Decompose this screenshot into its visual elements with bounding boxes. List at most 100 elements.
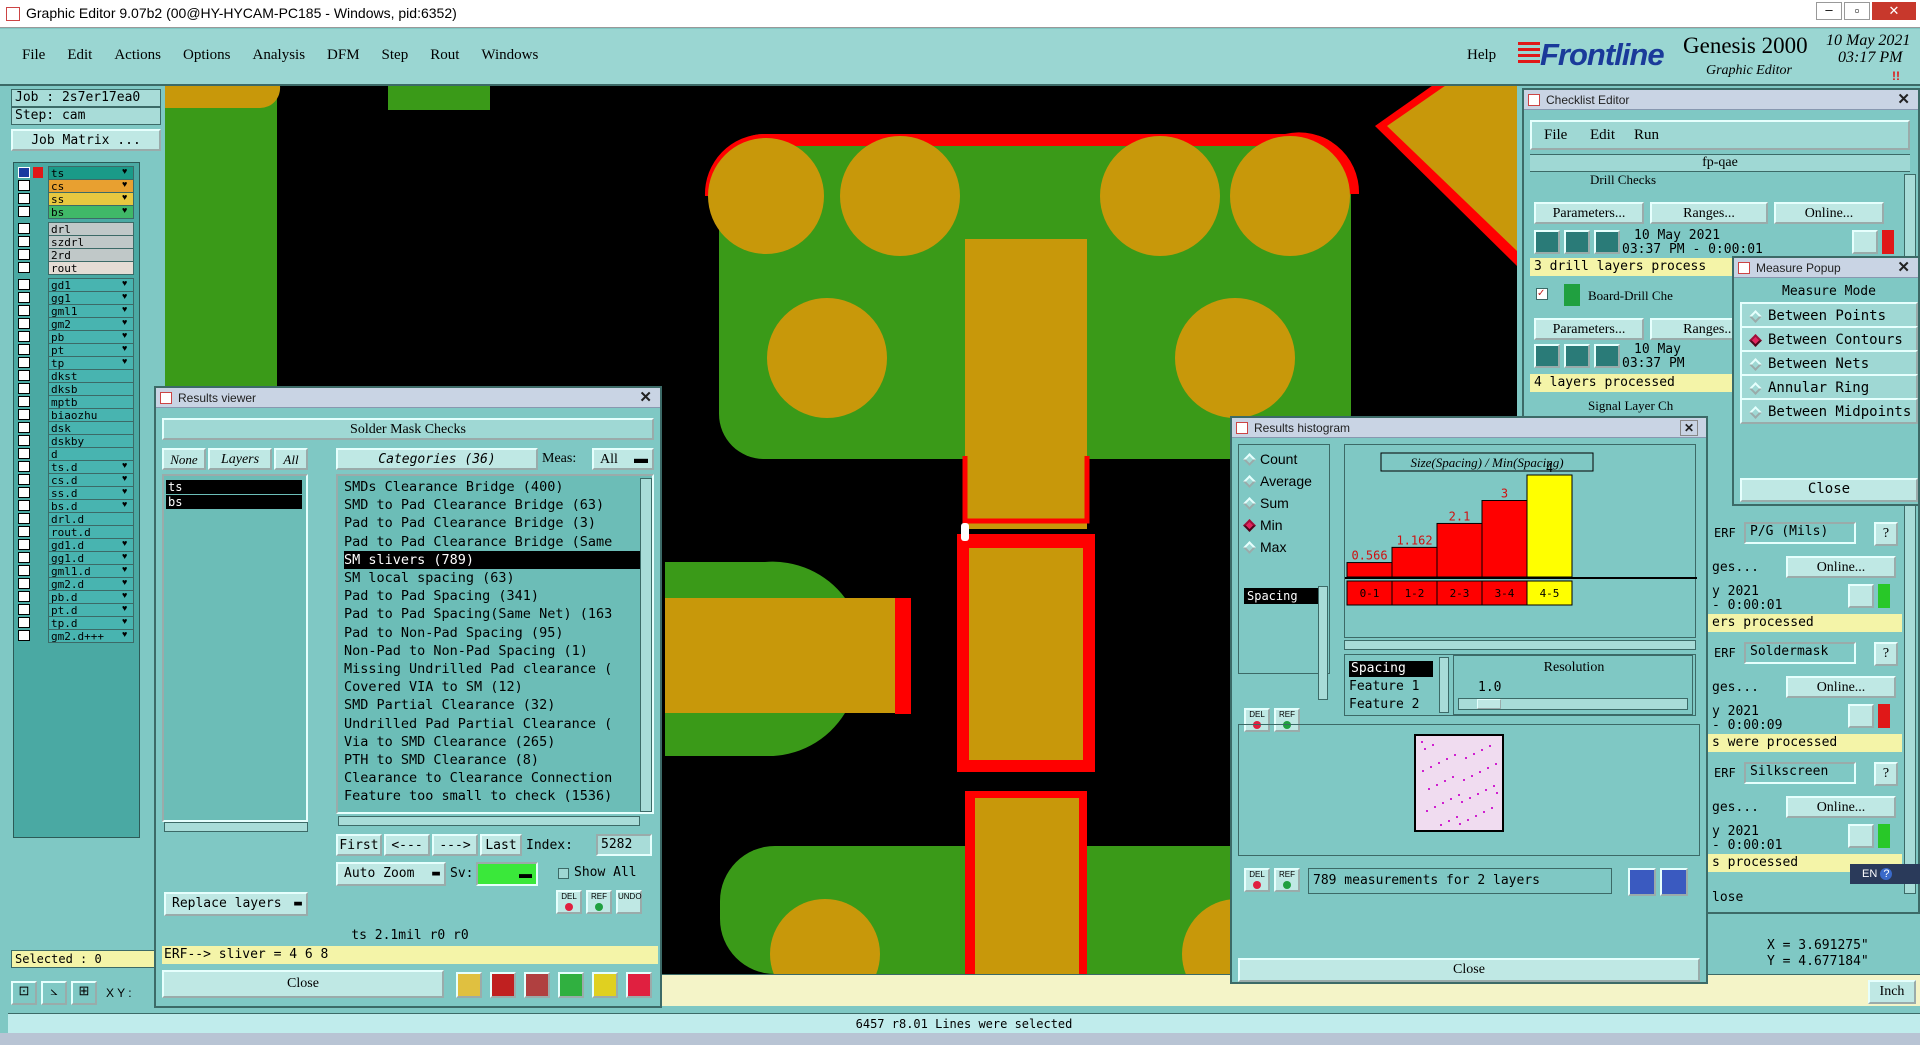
- tool-icon-3[interactable]: [524, 972, 550, 998]
- layer-checkbox[interactable]: [18, 422, 30, 433]
- layer-checkbox[interactable]: [18, 526, 30, 537]
- online-button-4[interactable]: Online...: [1786, 676, 1896, 698]
- histogram-close-icon[interactable]: ✕: [1679, 420, 1698, 436]
- show-all-checkbox[interactable]: [558, 868, 569, 879]
- category-item[interactable]: Pad to Pad Clearance Bridge (Same: [344, 533, 642, 551]
- run-icon-1c[interactable]: [1594, 230, 1620, 254]
- layer-checkbox[interactable]: [18, 487, 30, 498]
- category-item[interactable]: Clearance to Clearance Connection: [344, 769, 642, 787]
- run-icon-1b[interactable]: [1564, 230, 1590, 254]
- checklist-menu-file[interactable]: File: [1544, 127, 1567, 144]
- layer-checkbox[interactable]: [18, 357, 30, 368]
- layer-checkbox[interactable]: [18, 552, 30, 563]
- category-item[interactable]: SM slivers (789): [344, 550, 642, 569]
- layer-checkbox[interactable]: [18, 539, 30, 550]
- replace-layers-selector[interactable]: Replace layers ▬: [164, 892, 308, 916]
- tool-icon-2[interactable]: [490, 972, 516, 998]
- ranges-button-1[interactable]: Ranges...: [1650, 202, 1768, 224]
- ranges-partial-4[interactable]: ges...: [1712, 680, 1759, 695]
- layer-checkbox[interactable]: [18, 249, 30, 260]
- export-icon-1[interactable]: [1628, 868, 1656, 896]
- close-window-button[interactable]: ✕: [1872, 2, 1916, 20]
- hist-mode-sum[interactable]: Sum: [1243, 495, 1289, 511]
- layer-hscrollbar[interactable]: [164, 822, 308, 832]
- erf-silkscreen-field[interactable]: Silkscreen: [1744, 762, 1856, 784]
- check-checkbox-2[interactable]: ✓: [1536, 288, 1548, 300]
- units-selector[interactable]: Inch: [1868, 980, 1916, 1004]
- meas-selector[interactable]: All ▬: [592, 448, 654, 470]
- resolution-slider[interactable]: [1458, 698, 1688, 710]
- zoom-icon-5[interactable]: [1848, 824, 1874, 848]
- checklist-close-partial[interactable]: lose: [1712, 890, 1743, 905]
- attr-item-spacing[interactable]: Spacing: [1349, 661, 1433, 677]
- category-scrollbar[interactable]: [640, 478, 652, 812]
- erf-soldermask-field[interactable]: Soldermask: [1744, 642, 1856, 664]
- category-item[interactable]: SMD Partial Clearance (32): [344, 696, 642, 714]
- layer-checkbox[interactable]: [18, 578, 30, 589]
- layer-checkbox[interactable]: [18, 279, 30, 290]
- measure-option-between-points[interactable]: Between Points: [1740, 302, 1918, 328]
- menu-step[interactable]: Step: [382, 47, 409, 63]
- layer-checkbox[interactable]: [18, 591, 30, 602]
- category-item[interactable]: SM local spacing (63): [344, 569, 642, 587]
- layer-checkbox[interactable]: [18, 305, 30, 316]
- checklist-menu-run[interactable]: Run: [1634, 127, 1659, 144]
- auto-zoom-selector[interactable]: Auto Zoom ▬: [336, 862, 446, 886]
- layer-checkbox[interactable]: [18, 617, 30, 628]
- attr-item-feature-1[interactable]: Feature 1: [1349, 679, 1419, 694]
- ranges-partial-5[interactable]: ges...: [1712, 800, 1759, 815]
- layer-checkbox[interactable]: [18, 565, 30, 576]
- layer-checkbox[interactable]: [18, 262, 30, 273]
- last-button[interactable]: Last: [480, 834, 522, 856]
- histogram-close-button[interactable]: Close: [1238, 958, 1700, 982]
- layer-checkbox[interactable]: [18, 370, 30, 381]
- maximize-button[interactable]: ▫: [1844, 2, 1870, 20]
- help-button-4[interactable]: ?: [1874, 642, 1898, 666]
- attr-item-feature-2[interactable]: Feature 2: [1349, 697, 1419, 712]
- run-icon-2b[interactable]: [1564, 344, 1590, 368]
- category-item[interactable]: Feature too small to check (1536): [344, 787, 642, 805]
- layer-checkbox[interactable]: [18, 193, 30, 204]
- erf-pg-field[interactable]: P/G (Mils): [1744, 522, 1856, 544]
- menu-windows[interactable]: Windows: [481, 47, 538, 63]
- layer-checkbox[interactable]: [18, 331, 30, 342]
- layer-checkbox[interactable]: [18, 604, 30, 615]
- help-button-3[interactable]: ?: [1874, 522, 1898, 546]
- zoom-icon-4[interactable]: [1848, 704, 1874, 728]
- layer-checkbox[interactable]: [18, 206, 30, 217]
- grid-icon[interactable]: ⊞: [71, 981, 97, 1005]
- hist-mode-max[interactable]: Max: [1243, 539, 1286, 555]
- layer-checkbox[interactable]: [18, 236, 30, 247]
- measure-close-button[interactable]: Close: [1740, 478, 1918, 502]
- layer-checkbox[interactable]: [18, 167, 43, 178]
- category-item[interactable]: Pad to Pad Spacing(Same Net) (163: [344, 605, 642, 623]
- histogram-hscrollbar[interactable]: [1344, 640, 1696, 650]
- params-button-1[interactable]: Parameters...: [1534, 202, 1644, 224]
- online-button-5[interactable]: Online...: [1786, 796, 1896, 818]
- ruler-icon[interactable]: ⊡: [11, 981, 37, 1005]
- category-item[interactable]: Non-Pad to Non-Pad Spacing (1): [344, 642, 642, 660]
- run-icon-2a[interactable]: [1534, 344, 1560, 368]
- help-button-5[interactable]: ?: [1874, 762, 1898, 786]
- rv-close-button[interactable]: Close: [162, 970, 444, 998]
- params-button-2[interactable]: Parameters...: [1534, 318, 1644, 340]
- layer-checkbox[interactable]: [18, 435, 30, 446]
- job-matrix-button[interactable]: Job Matrix ...: [11, 129, 161, 151]
- category-item[interactable]: Undrilled Pad Partial Clearance (: [344, 715, 642, 733]
- menu-edit[interactable]: Edit: [67, 47, 92, 63]
- layer-checkbox[interactable]: [18, 344, 30, 355]
- minimize-button[interactable]: –: [1816, 2, 1842, 20]
- category-item[interactable]: Pad to Pad Clearance Bridge (3): [344, 514, 642, 532]
- prev-button[interactable]: <---: [384, 834, 430, 856]
- tool-icon-1[interactable]: [456, 972, 482, 998]
- histogram-icon[interactable]: [626, 972, 652, 998]
- online-button-1[interactable]: Online...: [1774, 202, 1884, 224]
- online-button-3[interactable]: Online...: [1786, 556, 1896, 578]
- hist-mode-average[interactable]: Average: [1243, 473, 1312, 489]
- layer-selection-list[interactable]: ts bs: [162, 474, 308, 822]
- layer-checkbox[interactable]: [18, 409, 30, 420]
- attr-list-scrollbar[interactable]: [1439, 657, 1449, 713]
- layer-checkbox[interactable]: [18, 474, 30, 485]
- measure-option-between-nets[interactable]: Between Nets: [1740, 350, 1918, 376]
- layer-checkbox[interactable]: [18, 180, 30, 191]
